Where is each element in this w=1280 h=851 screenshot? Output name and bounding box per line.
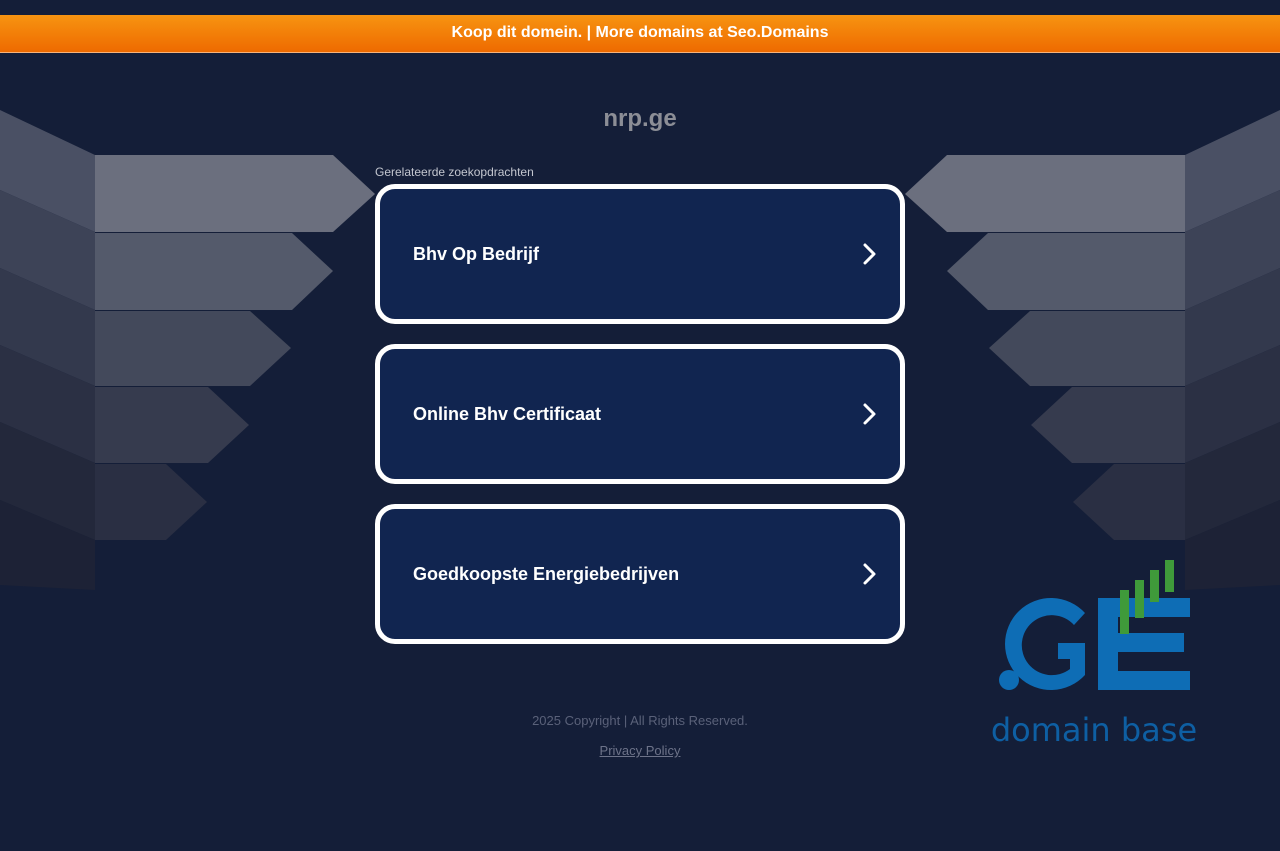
logo-tagline: domain base [991, 711, 1197, 749]
related-search-label[interactable]: Online Bhv Certificaat [413, 349, 601, 479]
buy-domain-banner-text[interactable]: Koop dit domein. | More domains at Seo.D… [452, 24, 829, 41]
domain-title: nrp.ge [603, 105, 677, 132]
related-searches-label: Gerelateerde zoekopdrachten [375, 165, 534, 179]
related-search-card-3[interactable]: Goedkoopste Energiebedrijven [375, 504, 905, 644]
ge-domain-base-logo: domain base [991, 560, 1197, 749]
related-search-card-1[interactable]: Bhv Op Bedrijf [375, 184, 905, 324]
related-search-label[interactable]: Goedkoopste Energiebedrijven [413, 509, 679, 639]
privacy-policy-link[interactable]: Privacy Policy [600, 743, 681, 758]
related-search-label[interactable]: Bhv Op Bedrijf [413, 189, 539, 319]
chevron-right-icon [863, 563, 876, 585]
landing-page: Koop dit domein. | More domains at Seo.D… [0, 0, 1280, 851]
related-search-card-2[interactable]: Online Bhv Certificaat [375, 344, 905, 484]
chevron-right-icon [863, 243, 876, 265]
buy-domain-banner[interactable]: Koop dit domein. | More domains at Seo.D… [0, 15, 1280, 53]
chevron-right-icon [863, 403, 876, 425]
